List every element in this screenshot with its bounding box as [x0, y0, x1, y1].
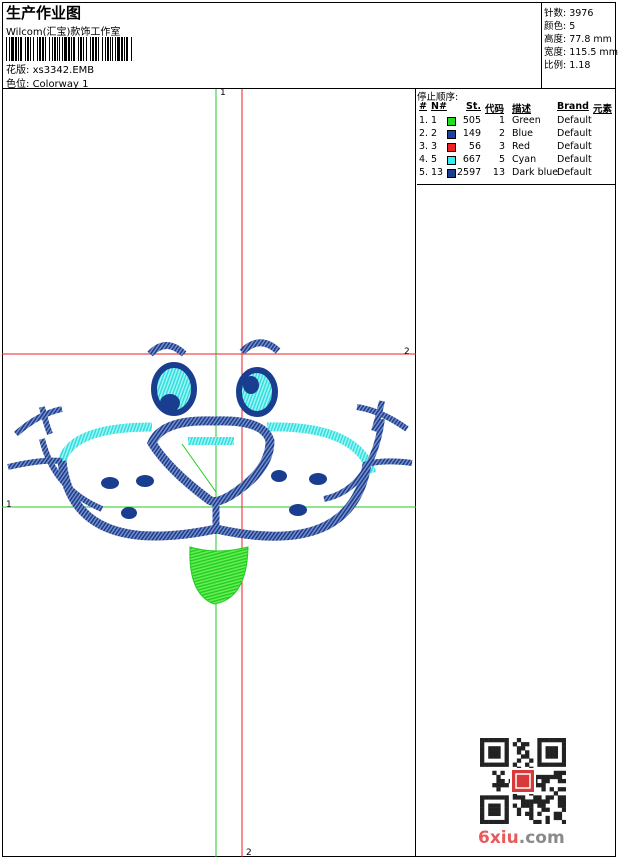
- row-brand: Default: [557, 167, 592, 178]
- watermark-suffix: .com: [518, 828, 565, 848]
- embroidery-drawing: [2, 89, 416, 857]
- axis-label-h1: 1: [6, 500, 12, 510]
- page-title: 生产作业图: [6, 4, 82, 22]
- left-cheek-arc: [57, 422, 153, 463]
- design-width: 宽度: 115.5 mm: [544, 47, 618, 58]
- row-brand: Default: [557, 128, 592, 139]
- row-code: 1: [498, 115, 505, 126]
- row-brand: Default: [557, 141, 592, 152]
- col-header-code: 代码: [485, 104, 505, 115]
- right-eyebrow: [239, 339, 281, 355]
- company-name: Wilcom(汇宝)款饰工作室: [6, 27, 121, 38]
- design-scale: 比例: 1.18: [544, 60, 591, 71]
- row-needle: 13: [431, 167, 444, 178]
- axis-label-v2: 2: [246, 848, 252, 858]
- row-code: 2: [498, 128, 505, 139]
- color-count: 颜色: 5: [544, 21, 576, 32]
- row-brand: Default: [557, 154, 592, 165]
- tongue: [189, 546, 249, 605]
- row-stitches: 505: [462, 115, 481, 126]
- col-header-stitches: St.: [466, 101, 481, 112]
- axis-label-h2: 2: [404, 347, 410, 357]
- watermark: 6xiu.com: [478, 828, 565, 848]
- left-pupil: [160, 394, 180, 412]
- left-eyebrow: [147, 342, 187, 357]
- row-code: 5: [498, 154, 505, 165]
- row-index: 2.: [419, 128, 429, 139]
- row-color-swatch: [447, 143, 456, 152]
- whisker-dot: [309, 473, 327, 485]
- row-desc: Dark blue: [512, 167, 559, 178]
- design-height: 高度: 77.8 mm: [544, 34, 612, 45]
- panel-divider: [417, 184, 616, 185]
- col-header-desc: 描述: [512, 104, 532, 115]
- row-index: 3.: [419, 141, 429, 152]
- stats-box: 针数: 3976 颜色: 5 高度: 77.8 mm 宽度: 115.5 mm …: [541, 2, 618, 88]
- row-color-swatch: [447, 156, 456, 165]
- watermark-main: 6xiu: [478, 828, 519, 848]
- header: 生产作业图 Wilcom(汇宝)款饰工作室 花版: xs3342.EMB 色位:…: [2, 2, 618, 90]
- row-stitches: 56: [468, 141, 481, 152]
- col-header-element: 元素: [593, 104, 613, 115]
- row-needle: 1: [431, 115, 438, 126]
- axis-label-v1: 1: [220, 88, 226, 98]
- row-desc: Red: [512, 141, 531, 152]
- row-color-swatch: [447, 117, 456, 126]
- row-index: 1.: [419, 115, 429, 126]
- row-desc: Blue: [512, 128, 534, 139]
- whisker-dot: [271, 470, 287, 482]
- whisker-dot: [121, 507, 137, 519]
- row-color-swatch: [447, 130, 456, 139]
- row-brand: Default: [557, 115, 592, 126]
- whisker-dot: [101, 477, 119, 489]
- row-desc: Cyan: [512, 154, 537, 165]
- mouth-right: [215, 463, 372, 541]
- whisker-dot: [136, 475, 154, 487]
- row-needle: 5: [431, 154, 438, 165]
- stitch-count: 针数: 3976: [544, 8, 594, 19]
- right-pupil: [243, 376, 259, 394]
- qr-code: [480, 738, 566, 824]
- nose-outline: [146, 416, 275, 506]
- whisker-dot: [289, 504, 307, 516]
- row-stitches: 149: [462, 128, 481, 139]
- row-color-swatch: [447, 169, 456, 178]
- col-header-needle: N#: [431, 101, 447, 112]
- col-header-brand: Brand: [557, 101, 589, 112]
- row-stitches: 2597: [457, 167, 482, 178]
- row-desc: Green: [512, 115, 541, 126]
- nose-highlight: [188, 437, 234, 445]
- whisker-left-top: [13, 406, 63, 437]
- row-needle: 3: [431, 141, 438, 152]
- barcode: [6, 37, 132, 61]
- col-header-index: #: [419, 101, 427, 112]
- row-index: 4.: [419, 154, 429, 165]
- colorway-info: 色位: Colorway 1: [6, 75, 88, 90]
- right-cheek-arc: [266, 422, 377, 475]
- row-stitches: 667: [462, 154, 481, 165]
- row-code: 3: [498, 141, 505, 152]
- design-canvas: [2, 89, 416, 857]
- row-code: 13: [492, 167, 505, 178]
- row-needle: 2: [431, 128, 438, 139]
- pattern-info: 花版: xs3342.EMB: [6, 61, 94, 76]
- right-eye: [236, 367, 278, 417]
- row-index: 5.: [419, 167, 429, 178]
